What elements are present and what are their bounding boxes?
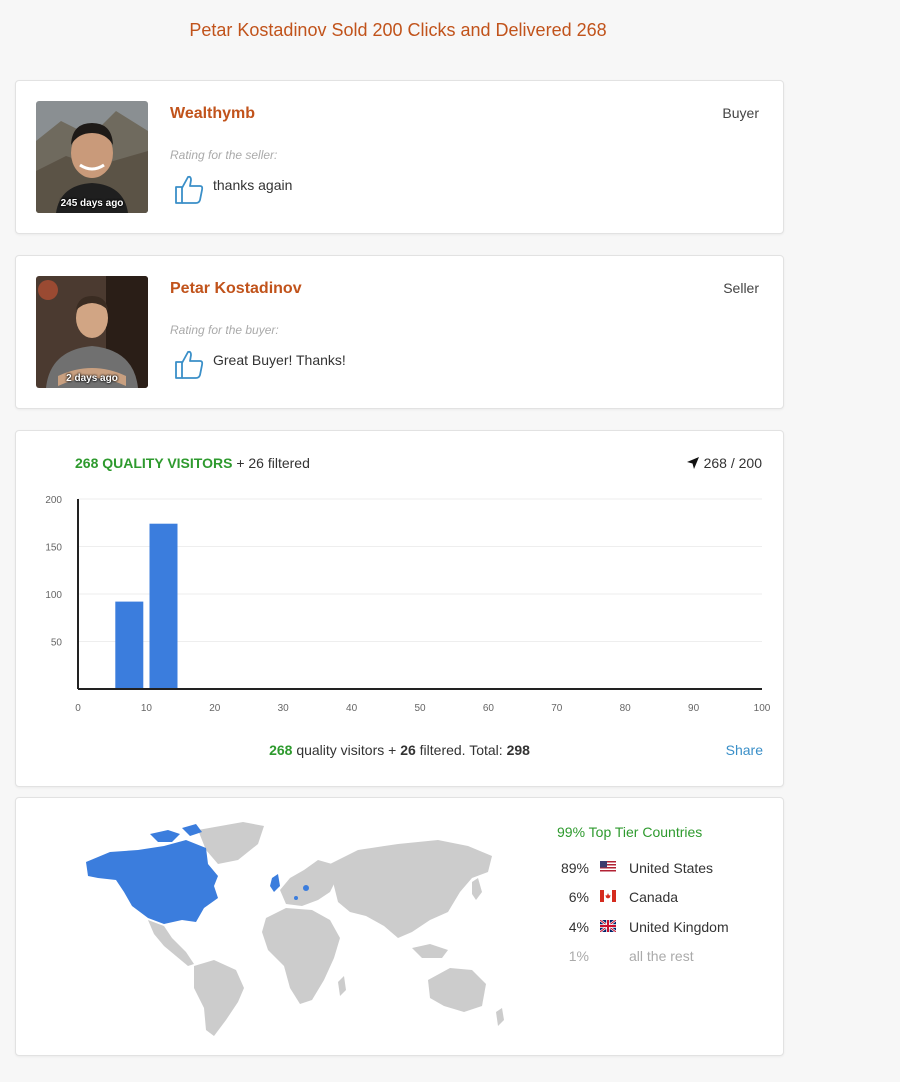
summary-quality-text: quality visitors + <box>296 742 397 758</box>
y-tick-label: 50 <box>51 638 63 649</box>
summary-quality-count: 268 <box>269 742 293 758</box>
summary-filtered-count: 26 <box>400 742 416 758</box>
top-tier-label: 99% Top Tier Countries <box>557 824 703 840</box>
reviewer-role: Seller <box>723 280 759 296</box>
uk-flag-icon <box>600 920 616 932</box>
visitors-chart-card: 268 QUALITY VISITORS + 26 filtered 268 /… <box>15 430 784 787</box>
map-asia <box>330 840 492 938</box>
avatar[interactable]: 245 days ago <box>36 101 148 213</box>
x-tick-label: 30 <box>278 703 290 714</box>
page-title: Petar Kostadinov Sold 200 Clicks and Del… <box>189 20 607 40</box>
delivery-ratio: 268 / 200 <box>686 455 762 471</box>
geo-card: 99% Top Tier Countries 89% United States… <box>15 797 784 1056</box>
quality-visitors-heading: 268 QUALITY VISITORS + 26 filtered <box>75 455 310 471</box>
map-greenland <box>198 822 264 864</box>
x-tick-label: 10 <box>141 703 153 714</box>
world-map <box>86 822 504 1036</box>
map-south-america <box>194 960 244 1036</box>
x-tick-label: 40 <box>346 703 358 714</box>
reviewer-role: Buyer <box>722 105 759 121</box>
quality-visitors-count: 268 QUALITY VISITORS <box>75 455 233 471</box>
x-tick-label: 80 <box>620 703 632 714</box>
country-name: all the rest <box>629 948 694 964</box>
rating-label: Rating for the seller: <box>170 148 278 162</box>
country-percent: 89% <box>560 860 589 876</box>
summary-filtered-text: filtered. Total: <box>419 742 503 758</box>
avatar[interactable]: 2 days ago <box>36 276 148 388</box>
reviewer-name[interactable]: Wealthymb <box>170 105 255 123</box>
ca-flag-icon <box>600 890 616 902</box>
country-percent: 1% <box>568 948 589 964</box>
thumbs-up-icon <box>175 350 204 379</box>
map-arctic-islands <box>150 824 202 842</box>
map-europe <box>280 860 338 906</box>
y-tick-label: 100 <box>45 590 62 601</box>
country-name: United Kingdom <box>629 919 729 935</box>
reviewer-name[interactable]: Petar Kostadinov <box>170 280 302 298</box>
review-time: 2 days ago <box>66 373 118 384</box>
rating-label: Rating for the buyer: <box>170 323 279 337</box>
navigation-arrow-icon <box>686 457 699 469</box>
map-europe-spot <box>294 896 298 900</box>
map-japan <box>472 878 482 900</box>
map-new-zealand <box>496 1008 504 1026</box>
review-time: 245 days ago <box>60 198 124 209</box>
thumbs-up-icon <box>175 175 204 204</box>
map-central-america <box>148 920 194 966</box>
chart-bar <box>115 601 144 689</box>
chart-bar <box>149 523 178 689</box>
review-comment: Great Buyer! Thanks! <box>213 352 346 368</box>
x-tick-label: 90 <box>688 703 700 714</box>
share-link[interactable]: Share <box>726 742 763 758</box>
x-tick-label: 100 <box>754 703 771 714</box>
map-madagascar <box>338 976 346 996</box>
review-card-seller: 2 days ago Petar Kostadinov Seller Ratin… <box>15 255 784 409</box>
map-europe-spot <box>303 885 309 891</box>
y-tick-label: 200 <box>45 495 62 506</box>
map-uk <box>270 874 280 892</box>
map-africa <box>262 908 340 1004</box>
delivery-ratio-value: 268 / 200 <box>703 455 762 471</box>
x-tick-label: 70 <box>551 703 563 714</box>
country-name: United States <box>629 860 714 876</box>
y-tick-label: 150 <box>45 543 62 554</box>
map-australia <box>428 968 486 1012</box>
map-indonesia <box>412 944 448 958</box>
visitors-summary: 268 quality visitors + 26 filtered. Tota… <box>16 742 783 758</box>
x-tick-label: 60 <box>483 703 495 714</box>
x-tick-label: 50 <box>414 703 426 714</box>
country-name: Canada <box>629 889 679 905</box>
visitors-bar-chart: 50 100 150 200 0 10 20 30 40 50 60 70 80 90 100 <box>45 495 771 714</box>
filtered-count: + 26 filtered <box>236 455 310 471</box>
summary-total: 298 <box>506 742 530 758</box>
review-card-buyer: 245 days ago Wealthymb Buyer Rating for … <box>15 80 784 234</box>
country-percent: 4% <box>568 919 589 935</box>
review-comment: thanks again <box>213 177 293 193</box>
country-percent: 6% <box>568 889 589 905</box>
x-tick-label: 0 <box>75 703 81 714</box>
map-north-america <box>86 840 218 924</box>
x-tick-label: 20 <box>209 703 221 714</box>
us-flag-icon <box>600 861 616 873</box>
